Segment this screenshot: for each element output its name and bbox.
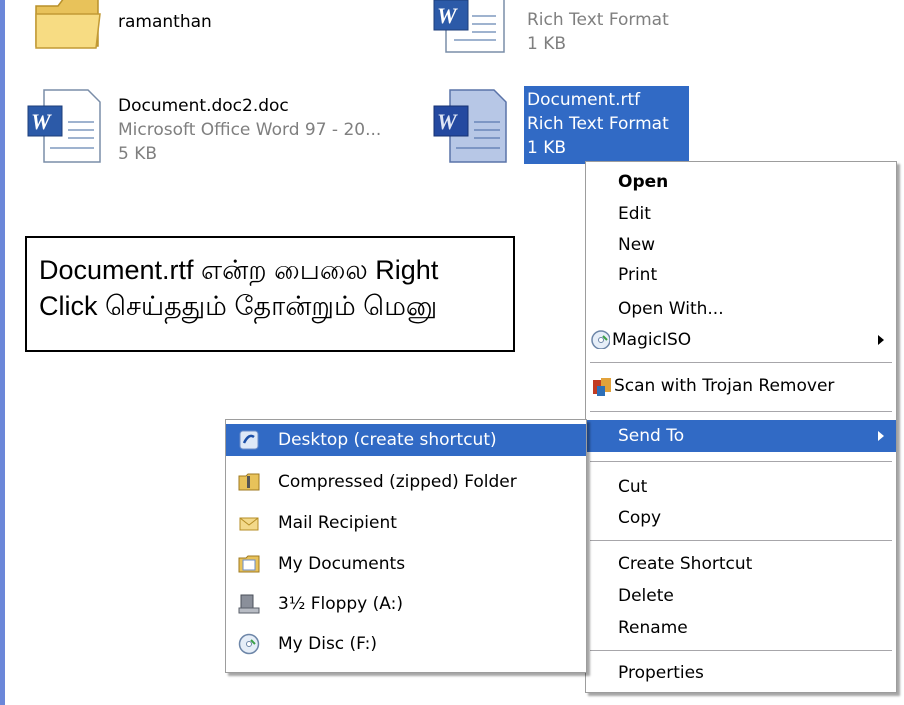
menu-item-cut[interactable]: Cut	[586, 471, 896, 503]
zip-folder-icon	[238, 473, 260, 491]
menu-item-print[interactable]: Print	[586, 259, 896, 291]
file-size: 1 KB	[527, 138, 567, 158]
annotation-line-2: Click செய்ததும் தோன்றும் மெனு	[39, 291, 438, 321]
file-size: 5 KB	[118, 144, 158, 164]
menu-item-scan[interactable]: Scan with Trojan Remover	[586, 370, 896, 402]
file-type: Rich Text Format	[527, 10, 669, 30]
send-to-my-documents[interactable]: My Documents	[226, 548, 586, 580]
annotation-box: Document.rtf என்ற பைலை Right Click செய்த…	[25, 236, 515, 352]
magiciso-icon	[591, 330, 610, 349]
floppy-drive-icon	[238, 594, 260, 614]
menu-item-copy[interactable]: Copy	[586, 502, 896, 534]
mail-recipient-icon	[239, 517, 259, 531]
file-type: Rich Text Format	[527, 114, 669, 134]
menu-item-rename[interactable]: Rename	[586, 612, 896, 644]
menu-separator	[590, 362, 892, 363]
window-left-edge	[0, 0, 5, 705]
menu-item-delete[interactable]: Delete	[586, 580, 896, 612]
menu-item-open[interactable]: Open	[586, 166, 896, 198]
submenu-arrow-icon	[878, 335, 884, 345]
send-to-submenu: Desktop (create shortcut) Compressed (zi…	[225, 419, 587, 673]
menu-item-new[interactable]: New	[586, 229, 896, 261]
menu-item-create-shortcut[interactable]: Create Shortcut	[586, 548, 896, 580]
menu-item-magiciso[interactable]: MagicISO	[586, 324, 896, 356]
send-to-desktop[interactable]: Desktop (create shortcut)	[226, 424, 586, 456]
menu-item-edit[interactable]: Edit	[586, 198, 896, 230]
menu-item-send-to[interactable]: Send To	[586, 420, 896, 452]
word-document-icon: W	[433, 0, 505, 53]
desktop-shortcut-icon	[239, 430, 259, 450]
file-size: 1 KB	[527, 34, 567, 54]
menu-separator	[590, 461, 892, 462]
svg-text:W: W	[437, 109, 458, 134]
send-to-mail-recipient[interactable]: Mail Recipient	[226, 507, 586, 539]
submenu-arrow-icon	[878, 431, 884, 441]
folder-icon	[35, 0, 101, 49]
word-document-icon: W	[27, 89, 101, 163]
trojan-remover-icon	[593, 378, 611, 396]
file-name: Document.doc2.doc	[118, 96, 289, 116]
send-to-floppy[interactable]: 3½ Floppy (A:)	[226, 588, 586, 620]
svg-text:W: W	[31, 109, 52, 134]
word-document-icon: W	[433, 89, 507, 163]
annotation-line-1: Document.rtf என்ற பைலை Right	[39, 255, 439, 285]
menu-separator	[590, 411, 892, 412]
file-type: Microsoft Office Word 97 - 20...	[118, 120, 382, 140]
file-name: Document.rtf	[527, 90, 641, 110]
svg-text:W: W	[437, 3, 458, 28]
context-menu: Open Edit New Print Open With... MagicIS…	[585, 161, 897, 693]
send-to-disc[interactable]: My Disc (F:)	[226, 628, 586, 660]
my-documents-icon	[238, 555, 260, 573]
menu-separator	[590, 540, 892, 541]
menu-item-open-with[interactable]: Open With...	[586, 293, 896, 325]
send-to-compressed-folder[interactable]: Compressed (zipped) Folder	[226, 466, 586, 498]
menu-separator	[590, 650, 892, 651]
file-name: ramanthan	[118, 12, 212, 32]
menu-item-properties[interactable]: Properties	[586, 657, 896, 689]
disc-drive-icon	[238, 633, 260, 655]
